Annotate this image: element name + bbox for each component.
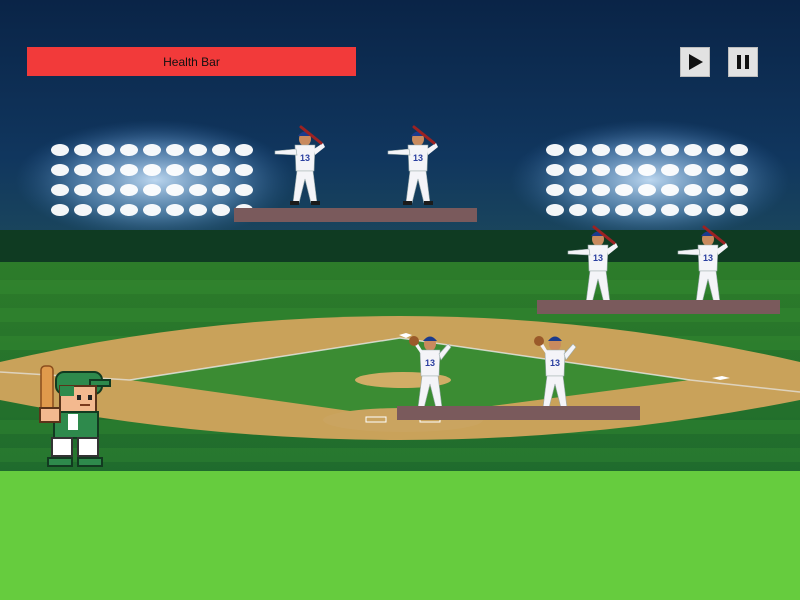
pause-button[interactable] <box>728 47 758 77</box>
platform-top <box>234 208 477 222</box>
ground <box>0 471 800 600</box>
jersey-number: 13 <box>703 253 713 263</box>
jersey-number: 13 <box>425 358 435 368</box>
jersey-number: 13 <box>550 358 560 368</box>
health-bar: Health Bar <box>27 47 356 76</box>
jersey-number: 13 <box>413 153 423 163</box>
health-bar-label: Health Bar <box>163 54 220 69</box>
jersey-number: 13 <box>593 253 603 263</box>
stadium-lights-left <box>15 120 295 240</box>
play-icon <box>689 54 703 70</box>
jersey-number: 13 <box>300 153 310 163</box>
play-button[interactable] <box>680 47 710 77</box>
platform-right <box>537 300 780 314</box>
platform-middle <box>397 406 640 420</box>
stadium-lights-right <box>510 120 790 240</box>
pause-icon <box>737 55 749 69</box>
